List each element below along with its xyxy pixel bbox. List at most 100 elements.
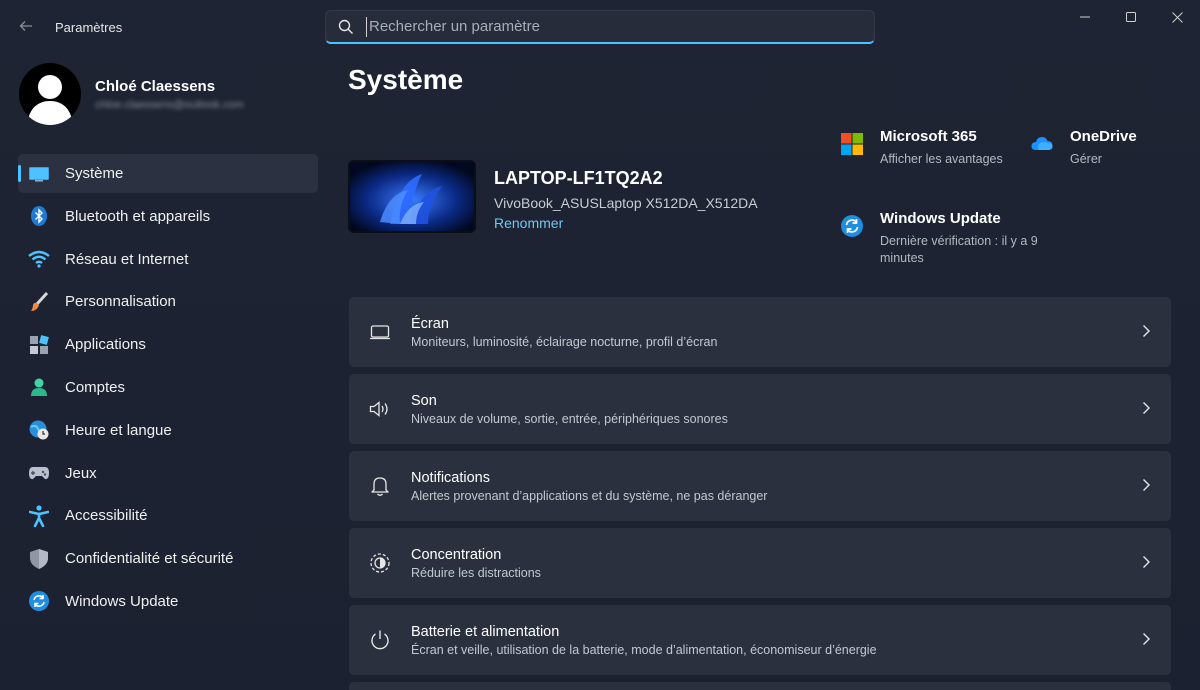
sidebar-item-heure-langue[interactable]: Heure et langue <box>18 411 318 450</box>
settings-card-notifications[interactable]: Notifications Alertes provenant d’applic… <box>349 451 1171 521</box>
display-icon <box>370 325 390 340</box>
card-subtitle: Réduire les distractions <box>411 565 541 580</box>
title-bar: Paramètres <box>0 0 1200 48</box>
sidebar-item-label: Applications <box>65 336 146 354</box>
quick-link-subtitle: Afficher les avantages <box>880 152 1003 166</box>
close-icon <box>1171 11 1183 23</box>
sidebar-item-confidentialite[interactable]: Confidentialité et sécurité <box>18 539 318 578</box>
sidebar-item-comptes[interactable]: Comptes <box>18 368 318 407</box>
sidebar-item-label: Windows Update <box>65 592 179 610</box>
settings-list: Écran Moniteurs, luminosité, éclairage n… <box>349 297 1171 690</box>
maximize-button[interactable] <box>1108 0 1154 34</box>
shield-icon <box>30 548 48 569</box>
quick-link-subtitle: Dernière vérification : il y a 9 minutes <box>880 234 1038 265</box>
avatar[interactable] <box>19 63 81 125</box>
close-button[interactable] <box>1154 0 1200 34</box>
back-arrow-icon <box>19 21 32 31</box>
user-profile[interactable]: Chloé Claessens chloe.claessens@outlook.… <box>19 62 244 126</box>
back-button[interactable] <box>12 14 40 38</box>
sidebar-nav: Système Bluetooth et appareils Réseau et… <box>18 154 318 625</box>
card-title: Son <box>411 392 437 409</box>
microsoft-logo-icon <box>841 133 863 155</box>
quick-link-title: OneDrive <box>1070 128 1137 145</box>
app-title: Paramètres <box>55 20 123 35</box>
device-name: LAPTOP-LF1TQ2A2 <box>494 168 663 188</box>
rename-link[interactable]: Renommer <box>494 215 563 231</box>
quick-link-subtitle: Gérer <box>1070 152 1102 166</box>
person-silhouette-icon <box>27 75 73 125</box>
sidebar-item-label: Réseau et Internet <box>65 250 189 268</box>
card-title: Notifications <box>411 469 490 486</box>
onedrive-cloud-icon <box>1031 137 1053 150</box>
apps-icon <box>30 334 49 354</box>
onedrive-link[interactable]: OneDrive Gérer <box>1030 128 1137 168</box>
sidebar-item-label: Personnalisation <box>65 293 176 311</box>
microsoft-365-link[interactable]: Microsoft 365 Afficher les avantages <box>840 128 1003 168</box>
update-icon <box>841 215 863 237</box>
bloom-wallpaper-icon <box>350 162 474 231</box>
settings-card-concentration[interactable]: Concentration Réduire les distractions <box>349 528 1171 598</box>
settings-card-partial[interactable] <box>349 682 1171 690</box>
card-subtitle: Moniteurs, luminosité, éclairage nocturn… <box>411 334 718 349</box>
sidebar-item-jeux[interactable]: Jeux <box>18 454 318 493</box>
device-summary: LAPTOP-LF1TQ2A2 VivoBook_ASUSLaptop X512… <box>348 160 758 233</box>
minimize-button[interactable] <box>1062 0 1108 34</box>
sidebar-item-windows-update[interactable]: Windows Update <box>18 582 318 621</box>
sidebar-item-systeme[interactable]: Système <box>18 154 318 193</box>
sidebar-item-label: Accessibilité <box>65 507 148 525</box>
update-icon <box>29 591 49 612</box>
device-model: VivoBook_ASUSLaptop X512DA_X512DA <box>494 195 758 211</box>
profile-email: chloe.claessens@outlook.com <box>95 98 244 111</box>
card-subtitle: Écran et veille, utilisation de la batte… <box>411 642 877 657</box>
brush-icon <box>31 291 49 311</box>
sidebar-item-bluetooth[interactable]: Bluetooth et appareils <box>18 197 318 236</box>
settings-window: Paramètres Chloé <box>0 0 1200 690</box>
search-input[interactable] <box>366 16 874 37</box>
search-box[interactable] <box>325 10 875 44</box>
card-title: Concentration <box>411 546 502 563</box>
sidebar-item-label: Confidentialité et sécurité <box>65 550 234 568</box>
wifi-icon <box>28 250 50 268</box>
minimize-icon <box>1080 16 1090 18</box>
window-controls <box>1062 0 1200 34</box>
profile-name: Chloé Claessens <box>95 77 216 95</box>
quick-link-title: Microsoft 365 <box>880 128 977 145</box>
monitor-icon <box>29 166 49 181</box>
card-title: Batterie et alimentation <box>411 623 560 640</box>
bell-icon <box>371 477 389 496</box>
maximize-icon <box>1126 12 1136 22</box>
sidebar-item-reseau[interactable]: Réseau et Internet <box>18 240 318 279</box>
globe-clock-icon <box>29 420 49 440</box>
search-icon <box>338 19 353 34</box>
sidebar-item-label: Système <box>65 165 124 182</box>
bluetooth-icon <box>31 206 47 227</box>
quick-link-title: Windows Update <box>880 210 1001 227</box>
sidebar-item-label: Comptes <box>65 378 126 396</box>
card-subtitle: Niveaux de volume, sortie, entrée, périp… <box>411 411 728 426</box>
sidebar-item-label: Jeux <box>65 464 97 482</box>
chevron-right-icon <box>1143 479 1150 491</box>
settings-card-batterie[interactable]: Batterie et alimentation Écran et veille… <box>349 605 1171 675</box>
settings-card-ecran[interactable]: Écran Moniteurs, luminosité, éclairage n… <box>349 297 1171 367</box>
sidebar-item-applications[interactable]: Applications <box>18 325 318 364</box>
chevron-right-icon <box>1143 325 1150 337</box>
settings-card-son[interactable]: Son Niveaux de volume, sortie, entrée, p… <box>349 374 1171 444</box>
chevron-right-icon <box>1143 402 1150 414</box>
card-subtitle: Alertes provenant d’applications et du s… <box>411 488 768 503</box>
page-title: Système <box>348 64 464 95</box>
accessibility-icon <box>29 505 49 527</box>
chevron-right-icon <box>1143 556 1150 568</box>
focus-icon <box>370 553 390 573</box>
sidebar-item-label: Bluetooth et appareils <box>65 207 211 225</box>
gamepad-icon <box>29 467 49 480</box>
sidebar-item-accessibilite[interactable]: Accessibilité <box>18 496 318 535</box>
person-icon <box>31 378 47 397</box>
device-wallpaper-thumbnail[interactable] <box>348 160 476 233</box>
sidebar-item-personnalisation[interactable]: Personnalisation <box>18 282 318 321</box>
sidebar-item-label: Heure et langue <box>65 421 172 439</box>
chevron-right-icon <box>1143 633 1150 645</box>
windows-update-link[interactable]: Windows Update Dernière vérification : i… <box>840 210 1070 267</box>
power-icon <box>371 630 389 650</box>
card-title: Écran <box>411 315 449 332</box>
speaker-icon <box>369 401 388 417</box>
